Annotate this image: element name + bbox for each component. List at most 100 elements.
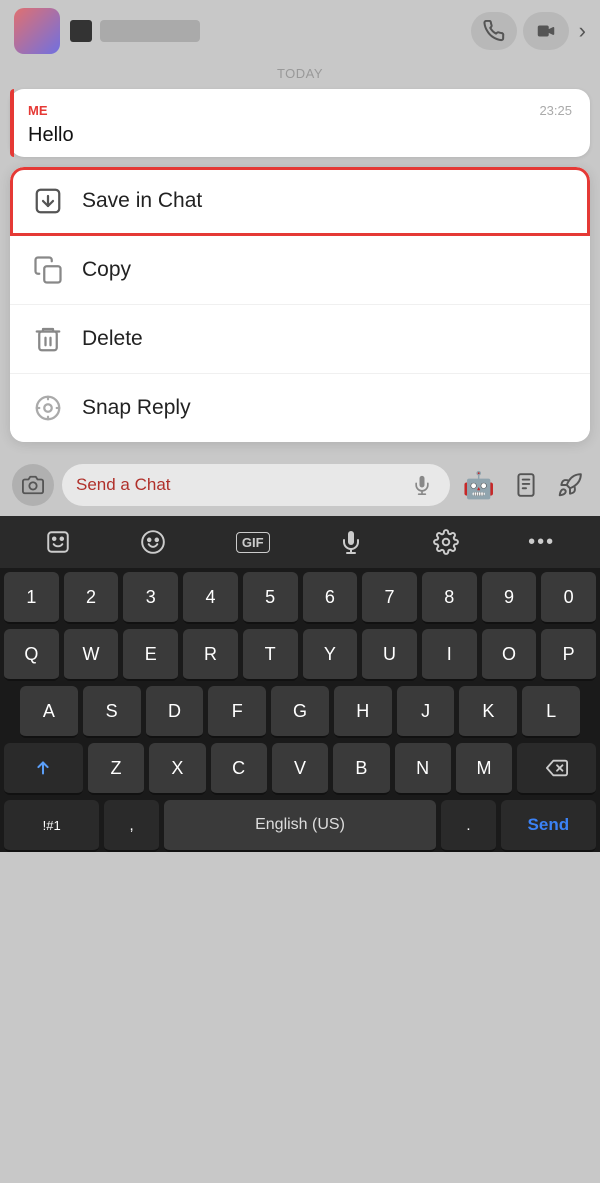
- key-j[interactable]: J: [397, 686, 455, 738]
- context-menu: Save in Chat Copy: [10, 167, 590, 442]
- shift-icon: [32, 757, 54, 779]
- key-space[interactable]: English (US): [164, 800, 436, 852]
- sticker-button[interactable]: 🤖: [458, 464, 500, 506]
- key-2[interactable]: 2: [64, 572, 119, 624]
- message-bubble: ME 23:25 Hello: [10, 89, 590, 157]
- chat-area: TODAY ME 23:25 Hello Save in Chat: [0, 66, 600, 442]
- keyboard-more-btn[interactable]: •••: [528, 531, 555, 554]
- chat-input-box[interactable]: Send a Chat: [62, 464, 450, 506]
- delete-icon: [546, 757, 568, 779]
- emoji-sticker-icon: [45, 529, 71, 555]
- key-y[interactable]: Y: [303, 629, 358, 681]
- microphone-button[interactable]: [408, 471, 436, 499]
- key-3[interactable]: 3: [123, 572, 178, 624]
- key-e[interactable]: E: [123, 629, 178, 681]
- key-c[interactable]: C: [211, 743, 267, 795]
- key-f[interactable]: F: [208, 686, 266, 738]
- key-9[interactable]: 9: [482, 572, 537, 624]
- keyboard-toolbar: GIF •••: [0, 516, 600, 568]
- message-header: ME 23:25: [28, 103, 572, 118]
- chat-input-extras: 🤖: [458, 464, 588, 506]
- name-block: [70, 20, 200, 42]
- key-h[interactable]: H: [334, 686, 392, 738]
- keyboard-row-bottom: !#1 , English (US) . Send: [4, 800, 596, 852]
- keyboard-gif-btn[interactable]: GIF: [236, 532, 270, 553]
- key-k[interactable]: K: [459, 686, 517, 738]
- rocket-button[interactable]: [552, 467, 588, 503]
- key-v[interactable]: V: [272, 743, 328, 795]
- contact-name: [100, 20, 200, 42]
- keyboard-row-zxcv: Z X C V B N M: [4, 743, 596, 795]
- message-left-bar: [10, 89, 14, 157]
- key-z[interactable]: Z: [88, 743, 144, 795]
- key-1[interactable]: 1: [4, 572, 59, 624]
- keyboard: GIF ••• 1 2 3 4 5 6 7: [0, 516, 600, 852]
- key-x[interactable]: X: [149, 743, 205, 795]
- keyboard-emoji-btn[interactable]: [45, 529, 71, 555]
- video-button[interactable]: [523, 12, 569, 50]
- top-bar: ›: [0, 0, 600, 62]
- camera-icon: [22, 474, 44, 496]
- clipboard-button[interactable]: [508, 467, 544, 503]
- copy-icon: [32, 254, 64, 286]
- keyboard-mic-icon: [339, 530, 363, 554]
- keyboard-row-asdf: A S D F G H J K L: [4, 686, 596, 738]
- phone-icon: [483, 20, 505, 42]
- key-t[interactable]: T: [243, 629, 298, 681]
- key-period[interactable]: .: [441, 800, 495, 852]
- key-a[interactable]: A: [20, 686, 78, 738]
- key-delete[interactable]: [517, 743, 596, 795]
- key-4[interactable]: 4: [183, 572, 238, 624]
- delete-label: Delete: [82, 327, 143, 351]
- message-sender: ME: [28, 103, 48, 118]
- keyboard-keys: 1 2 3 4 5 6 7 8 9 0 Q W E R T Y U I O P …: [0, 568, 600, 852]
- key-r[interactable]: R: [183, 629, 238, 681]
- copy-label: Copy: [82, 258, 131, 282]
- message-text: Hello: [28, 124, 572, 147]
- top-bar-icons: ›: [471, 12, 586, 50]
- key-w[interactable]: W: [64, 629, 119, 681]
- key-o[interactable]: O: [482, 629, 537, 681]
- avatar: [14, 8, 60, 54]
- clipboard-icon: [513, 472, 539, 498]
- chevron-right-icon[interactable]: ›: [579, 18, 586, 44]
- microphone-icon: [412, 475, 432, 495]
- key-6[interactable]: 6: [303, 572, 358, 624]
- key-0[interactable]: 0: [541, 572, 596, 624]
- phone-button[interactable]: [471, 12, 517, 50]
- key-b[interactable]: B: [333, 743, 389, 795]
- key-q[interactable]: Q: [4, 629, 59, 681]
- key-send[interactable]: Send: [501, 800, 596, 852]
- key-u[interactable]: U: [362, 629, 417, 681]
- message-time: 23:25: [539, 103, 572, 118]
- save-in-chat-label: Save in Chat: [82, 189, 202, 213]
- video-icon: [534, 20, 558, 42]
- camera-button[interactable]: [12, 464, 54, 506]
- key-n[interactable]: N: [395, 743, 451, 795]
- key-comma[interactable]: ,: [104, 800, 158, 852]
- more-icon: •••: [528, 531, 555, 554]
- snap-reply-icon: [32, 392, 64, 424]
- context-menu-snap-reply[interactable]: Snap Reply: [10, 374, 590, 442]
- key-numpad[interactable]: !#1: [4, 800, 99, 852]
- key-i[interactable]: I: [422, 629, 477, 681]
- smiley-icon: [140, 529, 166, 555]
- keyboard-settings-btn[interactable]: [433, 529, 459, 555]
- context-menu-save-in-chat[interactable]: Save in Chat: [10, 167, 590, 236]
- status-indicator: [70, 20, 92, 42]
- key-m[interactable]: M: [456, 743, 512, 795]
- keyboard-smiley-btn[interactable]: [140, 529, 166, 555]
- key-p[interactable]: P: [541, 629, 596, 681]
- key-g[interactable]: G: [271, 686, 329, 738]
- key-7[interactable]: 7: [362, 572, 417, 624]
- key-shift[interactable]: [4, 743, 83, 795]
- keyboard-mic-btn[interactable]: [339, 530, 363, 554]
- key-d[interactable]: D: [146, 686, 204, 738]
- key-5[interactable]: 5: [243, 572, 298, 624]
- chat-input-placeholder: Send a Chat: [76, 475, 400, 495]
- key-l[interactable]: L: [522, 686, 580, 738]
- key-8[interactable]: 8: [422, 572, 477, 624]
- key-s[interactable]: S: [83, 686, 141, 738]
- context-menu-delete[interactable]: Delete: [10, 305, 590, 374]
- context-menu-copy[interactable]: Copy: [10, 236, 590, 305]
